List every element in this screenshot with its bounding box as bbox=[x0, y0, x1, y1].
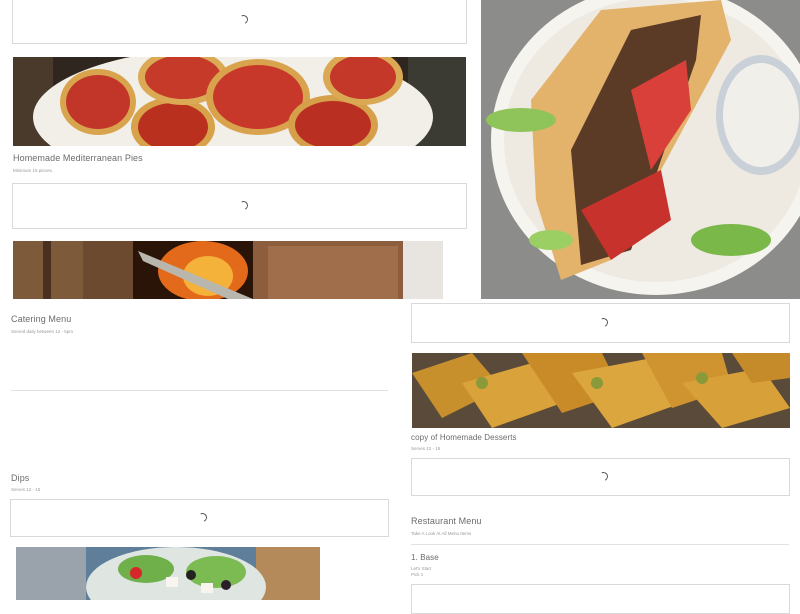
loading-card-dips bbox=[10, 499, 389, 537]
pies-title: Homemade Mediterranean Pies bbox=[13, 153, 143, 163]
loading-card-pies bbox=[12, 183, 467, 229]
loading-card-right-3 bbox=[411, 584, 790, 614]
loading-spinner-icon bbox=[597, 470, 610, 483]
loading-spinner-icon bbox=[196, 511, 209, 524]
baklava-photo-art bbox=[412, 353, 790, 428]
desserts-note: Serves 12 - 15 bbox=[411, 446, 441, 451]
divider bbox=[11, 390, 388, 391]
desserts-title: copy of Homemade Desserts bbox=[411, 433, 517, 442]
base-title: 1. Base bbox=[411, 553, 439, 562]
catering-note: Served daily between 12 - 5pm bbox=[11, 329, 74, 334]
loading-spinner-icon bbox=[237, 13, 250, 26]
shawarma-spit-image[interactable] bbox=[13, 241, 443, 299]
restaurant-title: Restaurant Menu bbox=[411, 516, 482, 526]
dips-note: Serves 12 - 15 bbox=[11, 487, 41, 492]
loading-card-right-1 bbox=[411, 303, 790, 343]
loading-spinner-icon bbox=[237, 199, 250, 212]
catering-title: Catering Menu bbox=[11, 314, 72, 324]
meat-pies-photo-art bbox=[13, 57, 466, 146]
loading-card-right-2 bbox=[411, 458, 790, 496]
greek-salad-image[interactable] bbox=[16, 547, 320, 600]
loading-card-top bbox=[12, 0, 467, 44]
base-note-2: Pick 1 bbox=[411, 572, 424, 577]
baklava-image[interactable] bbox=[412, 353, 790, 428]
shawarma-photo-art bbox=[13, 241, 443, 299]
restaurant-note: Take A Look At All Menu Items bbox=[411, 531, 472, 536]
pies-note: Minimum 15 pieces. bbox=[13, 168, 54, 173]
divider bbox=[411, 544, 789, 545]
dips-title: Dips bbox=[11, 473, 30, 483]
salad-photo-art bbox=[16, 547, 320, 600]
gyro-photo-art bbox=[481, 0, 800, 299]
gyro-wrap-image[interactable] bbox=[481, 0, 800, 299]
loading-spinner-icon bbox=[597, 316, 610, 329]
meat-pies-image[interactable] bbox=[13, 57, 466, 146]
